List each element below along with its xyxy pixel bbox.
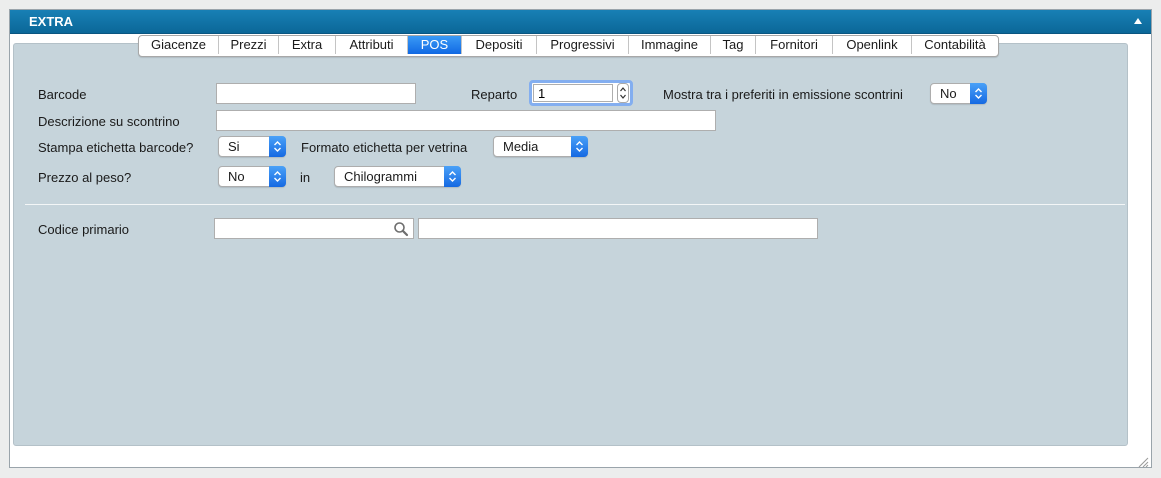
formato-etichetta-select[interactable]: Media [493, 136, 588, 157]
section-divider [25, 204, 1125, 205]
unita-value: Chilogrammi [344, 169, 417, 184]
codice-primario-description[interactable] [418, 218, 818, 239]
tab-fornitori[interactable]: Fornitori [756, 36, 833, 54]
preferiti-select[interactable]: No [930, 83, 987, 104]
prezzo-peso-value: No [228, 169, 245, 184]
stampa-etichetta-select[interactable]: Si [218, 136, 286, 157]
barcode-input[interactable] [216, 83, 416, 104]
unita-select[interactable]: Chilogrammi [334, 166, 461, 187]
codice-primario-label: Codice primario [38, 222, 130, 237]
tab-bar: Giacenze Prezzi Extra Attributi POS Depo… [138, 35, 999, 57]
reparto-stepper[interactable] [617, 83, 629, 103]
stepper-arrows-icon [620, 87, 626, 99]
tab-giacenze[interactable]: Giacenze [139, 36, 219, 54]
descrizione-input[interactable] [216, 110, 716, 131]
descrizione-label: Descrizione su scontrino [38, 114, 180, 129]
panel-title: EXTRA [29, 14, 74, 29]
preferiti-value: No [940, 86, 957, 101]
formato-etichetta-value: Media [503, 139, 539, 154]
select-arrows [269, 166, 286, 187]
up-down-arrows-icon [274, 171, 281, 182]
collapse-icon[interactable] [1133, 17, 1143, 25]
tab-immagine[interactable]: Immagine [629, 36, 711, 54]
tab-contabilita[interactable]: Contabilità [912, 36, 998, 54]
up-down-arrows-icon [274, 141, 281, 152]
stampa-etichetta-value: Si [228, 139, 240, 154]
up-down-arrows-icon [576, 141, 583, 152]
tab-pos[interactable]: POS [408, 36, 462, 54]
unita-label: in [300, 170, 311, 185]
tab-depositi[interactable]: Depositi [462, 36, 537, 54]
reparto-label: Reparto [471, 87, 518, 102]
select-arrows [444, 166, 461, 187]
reparto-field [529, 80, 633, 106]
select-arrows [970, 83, 987, 104]
tab-openlink[interactable]: Openlink [833, 36, 912, 54]
tab-progressivi[interactable]: Progressivi [537, 36, 629, 54]
codice-primario-input[interactable] [214, 218, 414, 239]
formato-etichetta-label: Formato etichetta per vetrina [301, 140, 468, 155]
select-arrows [269, 136, 286, 157]
resize-grip-icon[interactable] [1138, 457, 1149, 468]
up-down-arrows-icon [449, 171, 456, 182]
preferiti-label: Mostra tra i preferiti in emissione scon… [663, 87, 903, 102]
tab-prezzi[interactable]: Prezzi [219, 36, 279, 54]
barcode-label: Barcode [38, 87, 87, 102]
up-down-arrows-icon [975, 88, 982, 99]
select-arrows [571, 136, 588, 157]
panel-titlebar: EXTRA [10, 10, 1151, 34]
search-icon[interactable] [393, 221, 409, 237]
prezzo-peso-select[interactable]: No [218, 166, 286, 187]
tab-attributi[interactable]: Attributi [336, 36, 408, 54]
reparto-input[interactable] [533, 84, 613, 102]
tab-extra[interactable]: Extra [279, 36, 336, 54]
stampa-etichetta-label: Stampa etichetta barcode? [38, 140, 194, 155]
tab-tag[interactable]: Tag [711, 36, 756, 54]
prezzo-peso-label: Prezzo al peso? [38, 170, 132, 185]
